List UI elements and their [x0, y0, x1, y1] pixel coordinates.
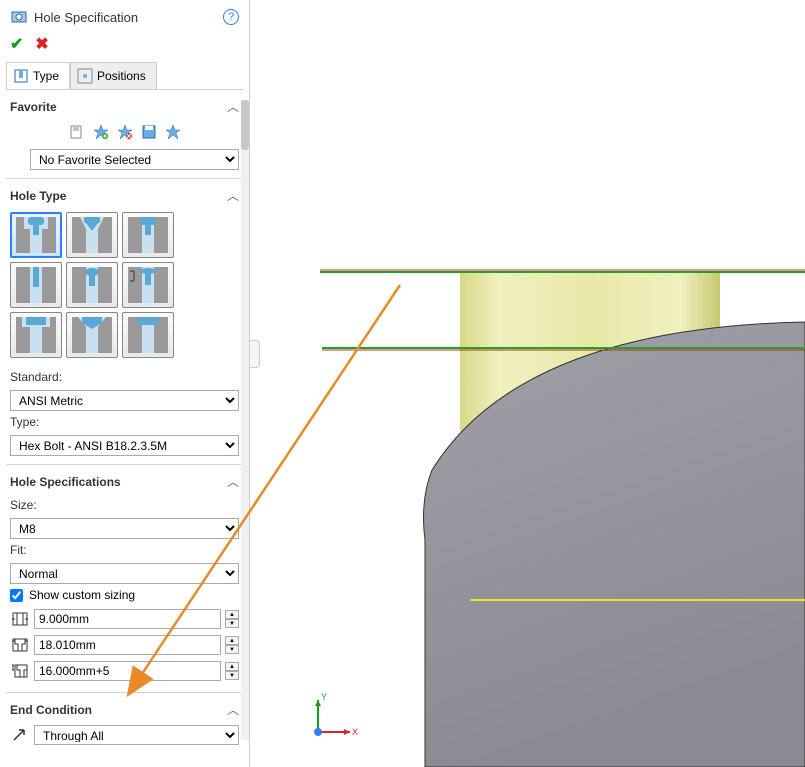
help-icon[interactable]: ?	[223, 9, 239, 25]
size-label: Size:	[10, 494, 239, 514]
favorite-delete-icon[interactable]	[114, 121, 136, 143]
favorite-save-icon[interactable]	[138, 121, 160, 143]
dim-row-3: ▲▼	[10, 658, 239, 684]
panel-scrollbar[interactable]	[241, 100, 249, 740]
dim-spinner-2: ▲▼	[225, 636, 239, 654]
end-condition-row: Through All	[10, 722, 239, 748]
tab-positions[interactable]: Positions	[70, 62, 157, 89]
show-custom-checkbox[interactable]	[10, 589, 23, 602]
hole-type-countersink[interactable]	[66, 212, 118, 258]
size-select[interactable]: M8	[10, 518, 239, 539]
scrollbar-thumb[interactable]	[241, 100, 249, 150]
holetype-title: Hole Type	[10, 189, 66, 203]
hole-type-grid	[10, 208, 239, 366]
positions-tab-icon	[77, 68, 93, 84]
holespecs-title: Hole Specifications	[10, 475, 121, 489]
spin-down-2[interactable]: ▼	[225, 645, 239, 654]
dim-input-2[interactable]	[34, 635, 221, 655]
dim-row-1: ▲▼	[10, 606, 239, 632]
counterbore-depth-icon	[10, 662, 30, 680]
spin-down-3[interactable]: ▼	[225, 671, 239, 680]
section-end-condition: End Condition ︿ Through All	[6, 693, 243, 756]
cancel-button[interactable]: ✖	[35, 34, 48, 54]
property-panel: Hole Specification ? ✔ ✖ Type Positions …	[0, 0, 250, 767]
hole-wizard-icon	[10, 8, 28, 26]
type-label: Type:	[10, 411, 239, 431]
end-condition-select[interactable]: Through All	[34, 725, 239, 745]
fit-label: Fit:	[10, 539, 239, 559]
section-hole-type: Hole Type ︿ Standard: ANSI Metric Type: …	[6, 179, 243, 465]
favorite-select-wrap: No Favorite Selected	[30, 149, 239, 170]
tab-type[interactable]: Type	[6, 62, 70, 89]
hole-type-hole[interactable]	[122, 212, 174, 258]
dim-spinner-1: ▲▼	[225, 610, 239, 628]
panel-expand-notch[interactable]	[250, 340, 260, 368]
hole-type-legacy[interactable]	[122, 262, 174, 308]
spin-up-1[interactable]: ▲	[225, 610, 239, 619]
model-view	[260, 0, 805, 767]
favorite-load-icon[interactable]	[162, 121, 184, 143]
action-row: ✔ ✖	[0, 30, 249, 62]
tab-type-label: Type	[33, 69, 59, 83]
type-tab-icon	[13, 68, 29, 84]
tab-positions-label: Positions	[97, 69, 146, 83]
hole-type-counterbore[interactable]	[10, 212, 62, 258]
show-custom-row: Show custom sizing	[10, 584, 239, 606]
favorite-toolbar	[10, 119, 239, 145]
dim-input-3[interactable]	[34, 661, 221, 681]
counterbore-diameter-icon	[10, 636, 30, 654]
show-custom-label: Show custom sizing	[29, 588, 135, 602]
endcondition-collapse[interactable]: ︿	[227, 701, 239, 718]
favorite-title: Favorite	[10, 100, 57, 114]
hole-type-counterbore-slot[interactable]	[10, 312, 62, 358]
through-hole-diameter-icon	[10, 610, 30, 628]
section-hole-specs: Hole Specifications ︿ Size: M8 Fit: Norm…	[6, 465, 243, 693]
spin-up-3[interactable]: ▲	[225, 662, 239, 671]
reverse-direction-icon[interactable]	[10, 726, 30, 744]
panel-header: Hole Specification ?	[0, 0, 249, 30]
dim-row-2: ▲▼	[10, 632, 239, 658]
spin-down-1[interactable]: ▼	[225, 619, 239, 628]
favorite-add-icon[interactable]	[90, 121, 112, 143]
ok-button[interactable]: ✔	[10, 34, 23, 54]
dim-input-1[interactable]	[34, 609, 221, 629]
favorite-collapse[interactable]: ︿	[227, 98, 239, 115]
panel-body: Favorite ︿ No Favorite Selected Hole Typ…	[0, 90, 249, 767]
tab-bar: Type Positions	[6, 62, 243, 90]
spin-up-2[interactable]: ▲	[225, 636, 239, 645]
endcondition-title: End Condition	[10, 703, 92, 717]
dim-spinner-3: ▲▼	[225, 662, 239, 680]
holespecs-collapse[interactable]: ︿	[227, 473, 239, 490]
standard-label: Standard:	[10, 366, 239, 386]
favorite-apply-default-icon[interactable]	[66, 121, 88, 143]
section-favorite: Favorite ︿ No Favorite Selected	[6, 90, 243, 179]
hole-type-countersink-slot[interactable]	[66, 312, 118, 358]
standard-select[interactable]: ANSI Metric	[10, 390, 239, 411]
fit-select[interactable]: Normal	[10, 563, 239, 584]
hole-type-tapered-tap[interactable]	[66, 262, 118, 308]
favorite-select[interactable]: No Favorite Selected	[30, 149, 239, 170]
hole-type-straight-tap[interactable]	[10, 262, 62, 308]
type-select[interactable]: Hex Bolt - ANSI B18.2.3.5M	[10, 435, 239, 456]
holetype-collapse[interactable]: ︿	[227, 187, 239, 204]
graphics-viewport[interactable]	[260, 0, 805, 767]
hole-type-slot[interactable]	[122, 312, 174, 358]
panel-title: Hole Specification	[34, 10, 223, 25]
